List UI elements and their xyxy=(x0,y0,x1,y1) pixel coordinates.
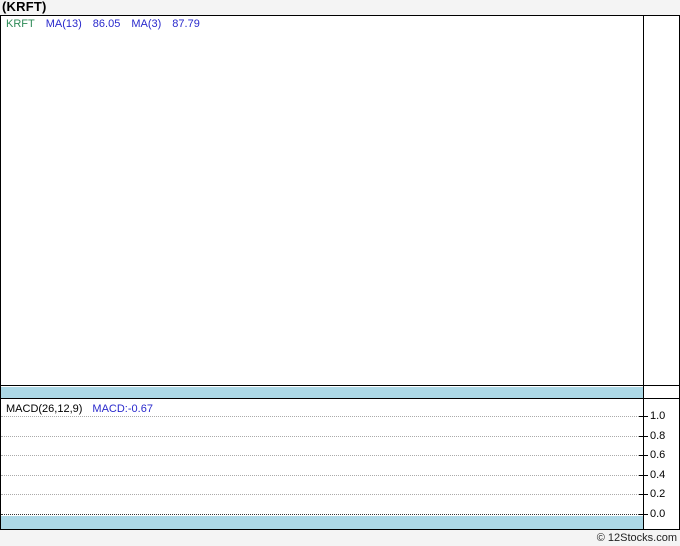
site-credit-link[interactable]: © 12Stocks.com xyxy=(597,531,677,545)
gridline-0.4 xyxy=(1,475,643,476)
y-tick-mark xyxy=(639,416,648,417)
ma3-label: MA(3) xyxy=(131,18,162,30)
stock-chart-page: (KRFT) KRFT MA(13) 86.05 MA(3) 87.79 MACD(26… xyxy=(0,0,680,546)
y-tick-label: 0.0 xyxy=(650,508,666,520)
ticker-symbol-label: KRFT xyxy=(6,18,35,30)
gridline-zero xyxy=(1,514,643,515)
title-bar: (KRFT) xyxy=(0,0,680,15)
y-tick-mark xyxy=(639,514,648,515)
y-axis-line xyxy=(643,16,644,529)
price-chart-panel: KRFT MA(13) 86.05 MA(3) 87.79 xyxy=(1,16,679,385)
y-tick-mark xyxy=(639,455,648,456)
gridline-0.2 xyxy=(1,494,643,495)
ma13-value: 86.05 xyxy=(92,18,121,30)
y-tick-label: 0.2 xyxy=(650,488,666,500)
y-tick-label: 0.4 xyxy=(650,469,666,481)
y-tick-mark xyxy=(639,494,648,495)
gridline-0.8 xyxy=(1,436,643,437)
date-axis-strip-upper xyxy=(1,387,643,398)
gridline-0.6 xyxy=(1,455,643,456)
ma3-value: 87.79 xyxy=(172,18,200,30)
macd-value-label: MACD:-0.67 xyxy=(92,403,153,415)
page-title: (KRFT) xyxy=(2,0,47,14)
y-tick-mark xyxy=(639,436,648,437)
ma13-label: MA(13) xyxy=(45,18,82,30)
price-legend: KRFT MA(13) 86.05 MA(3) 87.79 xyxy=(6,18,200,30)
y-tick-label: 0.6 xyxy=(650,449,666,461)
gridline-1.0 xyxy=(1,416,643,417)
y-tick-label: 0.8 xyxy=(650,430,666,442)
y-tick-mark xyxy=(639,475,648,476)
macd-chart-panel: MACD(26,12,9) MACD:-0.67 xyxy=(1,399,679,529)
price-panel-bottom-border xyxy=(1,385,679,386)
y-tick-label: 1.0 xyxy=(650,410,666,422)
chart-frame: KRFT MA(13) 86.05 MA(3) 87.79 MACD(26,12,9) M… xyxy=(0,15,680,530)
footer-bar: © 12Stocks.com xyxy=(0,530,680,546)
macd-legend: MACD(26,12,9) MACD:-0.67 xyxy=(6,403,153,415)
macd-params-label: MACD(26,12,9) xyxy=(6,403,83,415)
date-axis-strip-lower xyxy=(1,516,643,529)
